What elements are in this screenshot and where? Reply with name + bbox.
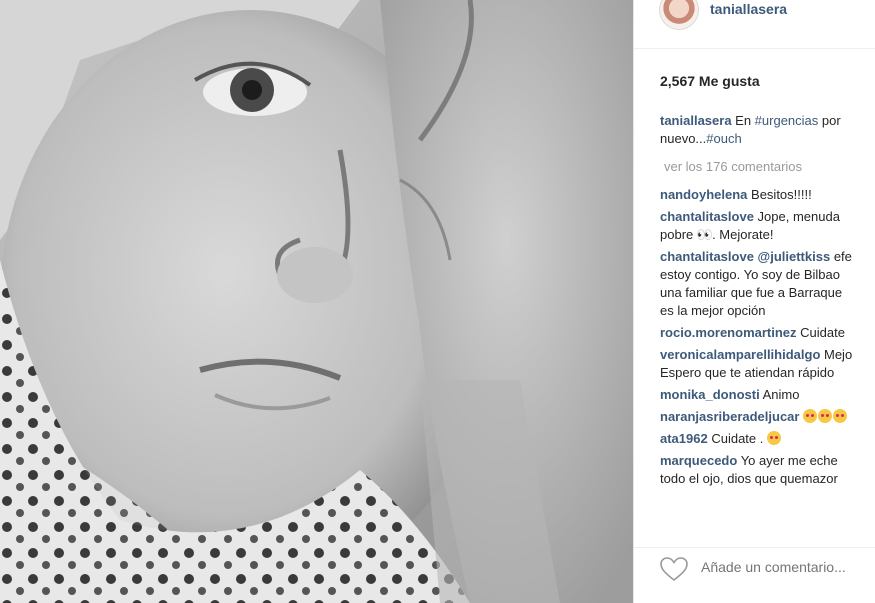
comment-text: Espero que te atiendan rápido	[660, 365, 835, 380]
heart-outline-icon[interactable]	[659, 556, 689, 582]
comment-username[interactable]: rocio.morenomartinez	[660, 325, 797, 340]
post-photo[interactable]	[0, 0, 633, 603]
heart-eyes-emoji-icon	[767, 431, 781, 445]
like-count[interactable]: 2,567 Me gusta	[660, 73, 760, 89]
caption: taniallasera En #urgencias por	[660, 112, 875, 130]
caption-line-2: nuevo...#ouch	[660, 130, 875, 148]
comment-text: Cuidate .	[707, 431, 764, 446]
caption-text-2: por	[818, 113, 841, 128]
comment-username[interactable]: ata1962	[660, 431, 708, 446]
heart-eyes-emoji-icon	[803, 409, 818, 423]
comment-text: Cuidate	[796, 325, 845, 340]
comment-item: monika_donosti Animo	[660, 386, 875, 404]
comment-item: nandoyhelena Besitos!!!!!	[660, 186, 875, 204]
hashtag-link[interactable]: #urgencias	[755, 113, 819, 128]
heart-eyes-emoji-icon	[818, 409, 833, 423]
comment-item: rocio.morenomartinez Cuidate	[660, 324, 875, 342]
selfie-image	[0, 0, 633, 603]
comment-text: una familiar que fue a Barraque	[660, 285, 843, 300]
comment-username[interactable]: marquecedo	[660, 453, 737, 468]
add-comment-input[interactable]	[701, 559, 871, 575]
comment-username[interactable]: chantalitaslove	[660, 209, 754, 224]
comment-text: Yo ayer me eche	[737, 453, 838, 468]
comment-item: ata1962 Cuidate .	[660, 430, 875, 448]
post-header: taniallasera	[634, 0, 875, 49]
comment-item: chantalitaslove @juliettkiss efe estoy c…	[660, 248, 875, 320]
comment-username[interactable]: naranjasriberadeljucar	[660, 409, 799, 424]
comment-text: pobre	[660, 227, 697, 242]
add-comment-bar	[634, 547, 875, 603]
comment-username[interactable]: veronicalamparellihidalgo	[660, 347, 820, 362]
comment-text: Animo	[759, 387, 800, 402]
comment-text: . Mejorate!	[712, 227, 774, 242]
comment-item: naranjasriberadeljucar	[660, 408, 875, 426]
comment-username[interactable]: nandoyhelena	[660, 187, 747, 202]
comment-text: Besitos!!!!!	[747, 187, 812, 202]
avatar[interactable]	[659, 0, 699, 30]
comment-text: todo el ojo, dios que quemazor	[660, 471, 838, 486]
comment-username[interactable]: monika_donosti	[660, 387, 760, 402]
comment-text: Jope, menuda	[753, 209, 840, 224]
comment-username[interactable]: chantalitaslove	[660, 249, 754, 264]
heart-eyes-emoji-icon	[833, 409, 848, 423]
caption-text: En	[731, 113, 755, 128]
comment-item: veronicalamparellihidalgo Mejo Espero qu…	[660, 346, 875, 382]
post-username[interactable]: taniallasera	[710, 1, 787, 17]
comment-text: es la mejor opción	[660, 303, 766, 318]
hashtag-link[interactable]: #ouch	[706, 131, 741, 146]
caption-text-3: nuevo...	[660, 131, 707, 146]
comment-list: taniallasera En #urgencias por nuevo...#…	[660, 112, 875, 492]
comment-item: marquecedo Yo ayer me eche todo el ojo, …	[660, 452, 875, 488]
comment-text: Mejo	[820, 347, 853, 362]
eyes-emoji-icon: 👀	[696, 227, 713, 242]
comment-text: estoy contigo. Yo soy de Bilbao	[660, 267, 840, 282]
post-sidebar: taniallasera 2,567 Me gusta taniallasera…	[633, 0, 875, 603]
comment-item: chantalitaslove Jope, menuda pobre 👀. Me…	[660, 208, 875, 244]
comment-text: efe	[830, 249, 852, 264]
mention-link[interactable]: @juliettkiss	[754, 249, 831, 264]
view-all-comments-link[interactable]: ver los 176 comentarios	[664, 158, 875, 176]
caption-username[interactable]: taniallasera	[660, 113, 732, 128]
